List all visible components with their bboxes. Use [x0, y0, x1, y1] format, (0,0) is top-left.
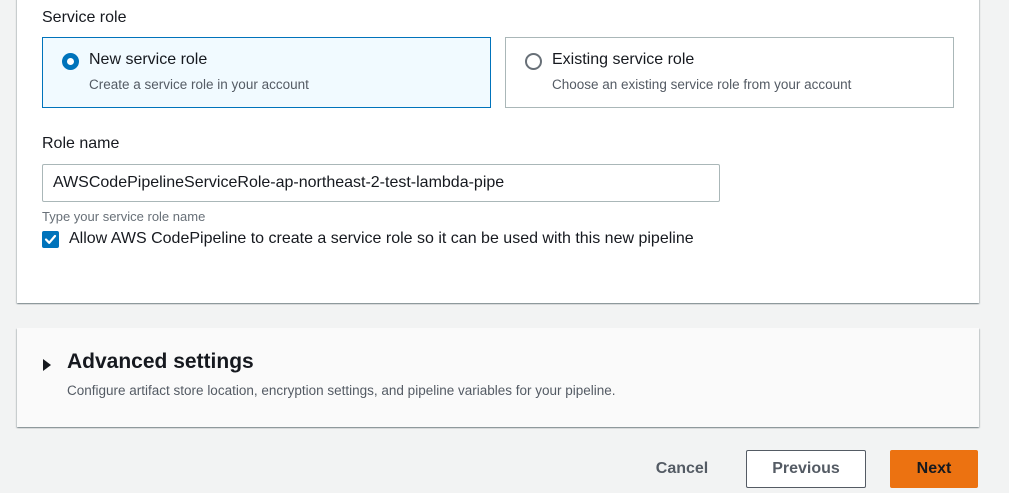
next-button[interactable]: Next [890, 450, 978, 488]
checkmark-icon [44, 234, 57, 244]
role-name-label: Role name [42, 135, 120, 152]
role-name-input[interactable] [42, 164, 720, 202]
new-service-role-option[interactable]: New service role Create a service role i… [42, 37, 491, 108]
role-name-hint: Type your service role name [42, 209, 206, 224]
pipeline-settings-panel: Service role New service role Create a s… [17, 0, 979, 303]
radio-selected-icon[interactable] [62, 53, 79, 70]
existing-service-role-option[interactable]: Existing service role Choose an existing… [505, 37, 954, 108]
existing-service-role-title: Existing service role [552, 51, 695, 68]
cancel-button[interactable]: Cancel [638, 450, 726, 488]
advanced-settings-toggle[interactable]: Advanced settings [67, 350, 254, 374]
existing-service-role-description: Choose an existing service role from you… [552, 77, 852, 92]
new-service-role-description: Create a service role in your account [89, 77, 309, 92]
new-service-role-title: New service role [89, 51, 208, 68]
advanced-settings-section: Advanced settings Configure artifact sto… [17, 328, 979, 427]
service-role-label: Service role [42, 9, 127, 26]
allow-service-role-label[interactable]: Allow AWS CodePipeline to create a servi… [69, 225, 709, 252]
previous-button[interactable]: Previous [746, 450, 866, 488]
advanced-settings-description: Configure artifact store location, encry… [67, 383, 616, 398]
allow-service-role-checkbox[interactable] [42, 231, 59, 248]
caret-right-icon[interactable] [43, 359, 51, 371]
radio-unselected-icon[interactable] [525, 53, 542, 70]
